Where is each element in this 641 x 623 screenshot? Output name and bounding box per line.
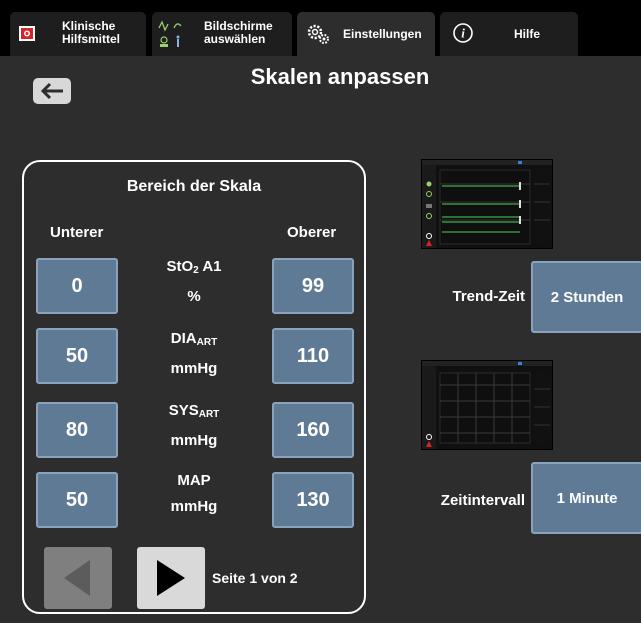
sto2-lower-button[interactable]: 0 [36, 258, 118, 314]
back-button[interactable] [33, 78, 71, 104]
dia-art-parameter-label: DIAART mmHg [130, 326, 258, 382]
tab-settings[interactable]: Einstellungen [297, 12, 435, 56]
scale-range-title: Bereich der Skala [126, 178, 262, 195]
tab-clinical-tools[interactable]: Klinische Hilfsmittel [10, 12, 146, 56]
dia-art-lower-button[interactable]: 50 [36, 328, 118, 384]
sto2-name: StO [166, 258, 194, 275]
map-name: MAP [177, 472, 211, 489]
dia-art-name: DIA [170, 330, 197, 347]
tab-select-screens-label-line1: Bildschirme [204, 19, 273, 33]
sys-art-name: SYS [168, 402, 199, 419]
tab-select-screens[interactable]: Bildschirme auswählen [152, 12, 292, 56]
map-upper-button[interactable]: 130 [272, 472, 354, 528]
sto2-parameter-label: StO2 A1 % [130, 254, 258, 310]
tab-select-screens-label-line2: auswählen [204, 32, 266, 46]
trend-time-button[interactable]: 2 Stunden [531, 261, 641, 333]
sto2-upper-button[interactable]: 99 [272, 258, 354, 314]
tab-help[interactable]: i Hilfe [440, 12, 578, 56]
sys-art-lower-button[interactable]: 80 [36, 402, 118, 458]
map-parameter-label: MAP mmHg [130, 468, 258, 520]
next-page-button[interactable] [137, 547, 205, 609]
sys-art-subscript: ART [198, 409, 220, 420]
lower-column-header: Unterer [50, 224, 104, 241]
tab-clinical-tools-label-line1: Klinische [62, 19, 116, 33]
dia-art-unit: mmHg [170, 360, 218, 377]
svg-text:i: i [461, 26, 465, 41]
monitor-screens-icon [158, 18, 188, 55]
top-nav-bar: Klinische Hilfsmittel Bildschirme auswäh… [0, 0, 641, 56]
info-icon: i [452, 22, 474, 49]
map-lower-button[interactable]: 50 [36, 472, 118, 528]
tab-settings-label: Einstellungen [343, 27, 422, 41]
clinical-tools-icon [18, 24, 36, 47]
time-interval-button[interactable]: 1 Minute [531, 462, 641, 534]
page-indicator: Seite 1 von 2 [212, 570, 298, 586]
upper-column-header: Oberer [287, 224, 337, 241]
time-interval-label: Zeitintervall [440, 492, 525, 509]
sto2-suffix: A1 [198, 258, 222, 275]
gear-icon [305, 22, 331, 51]
sys-art-upper-button[interactable]: 160 [272, 402, 354, 458]
map-unit: mmHg [170, 498, 218, 515]
triangle-left-icon [64, 560, 90, 596]
tab-clinical-tools-label-line2: Hilfsmittel [62, 32, 121, 46]
dia-art-upper-button[interactable]: 110 [272, 328, 354, 384]
previous-page-button[interactable] [44, 547, 112, 609]
sys-art-parameter-label: SYSART mmHg [130, 398, 258, 454]
tab-help-label: Hilfe [514, 27, 541, 41]
sto2-unit: % [187, 288, 201, 305]
dia-art-subscript: ART [196, 337, 218, 348]
trend-time-label: Trend-Zeit [452, 288, 525, 305]
arrow-left-icon [40, 82, 63, 100]
page-title: Skalen anpassen [250, 64, 430, 89]
tabular-trend-preview [422, 361, 552, 449]
sys-art-unit: mmHg [170, 432, 218, 449]
time-interval-preview-thumbnail [421, 360, 553, 450]
trend-graph-preview [422, 160, 552, 248]
triangle-right-icon [157, 560, 185, 596]
trend-time-preview-thumbnail [421, 159, 553, 249]
